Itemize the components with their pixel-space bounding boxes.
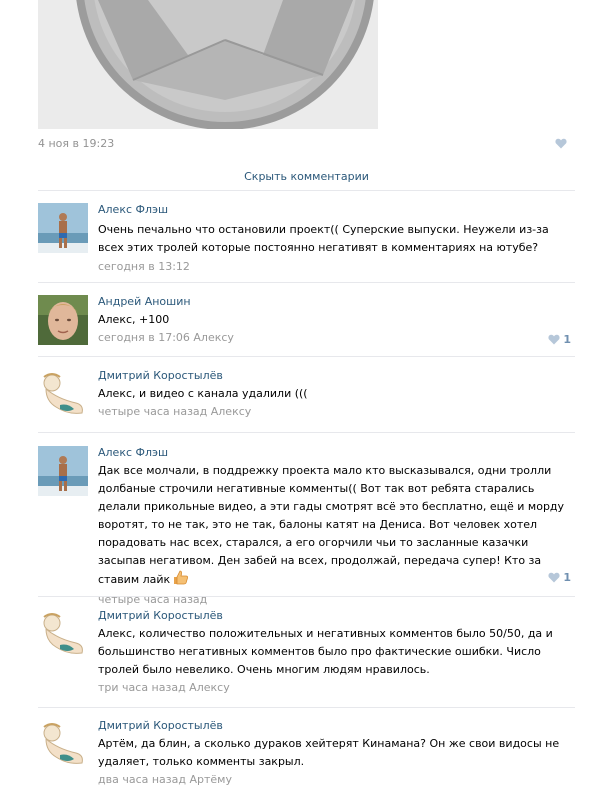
- like-count: 1: [563, 571, 571, 584]
- avatar-photo-beach: [38, 203, 88, 253]
- post-like-button[interactable]: [555, 138, 567, 152]
- comment-text: Дак все молчали, в поддрежку проекта мал…: [98, 462, 575, 591]
- comment-text: Артём, да блин, а сколько дураков хейтер…: [98, 737, 560, 768]
- avatar-drawing: [38, 609, 88, 659]
- like-button[interactable]: 1: [548, 333, 571, 346]
- avatar-drawing: [38, 719, 88, 769]
- comment-time[interactable]: четыре часа назад Алексу: [98, 405, 575, 419]
- comment-text: Алекс, количество положительных и негати…: [98, 627, 553, 676]
- divider: [38, 190, 575, 191]
- comment-author[interactable]: Дмитрий Коростылёв: [98, 609, 223, 623]
- avatar[interactable]: [38, 369, 88, 419]
- avatar[interactable]: [38, 203, 88, 253]
- heart-icon: [548, 572, 560, 583]
- divider: [38, 596, 575, 597]
- comment-author[interactable]: Алекс Флэш: [98, 446, 168, 460]
- like-button[interactable]: 1: [548, 571, 571, 584]
- divider: [38, 707, 575, 708]
- comment-time[interactable]: три часа назад Алексу: [98, 681, 575, 695]
- thumbs-up-icon: [173, 570, 189, 591]
- divider: [38, 282, 575, 283]
- divider: [38, 356, 575, 357]
- comment-author[interactable]: Андрей Аношин: [98, 295, 191, 309]
- comment-text: Алекс, +100: [98, 313, 170, 326]
- comment-time[interactable]: сегодня в 13:12: [98, 260, 575, 274]
- comment-time[interactable]: сегодня в 17:06 Алексу: [98, 331, 575, 345]
- heart-icon: [555, 138, 567, 149]
- comment-text: Очень печально что остановили проект(( С…: [98, 223, 549, 254]
- comment-author[interactable]: Дмитрий Коростылёв: [98, 369, 223, 383]
- avatar-drawing: [38, 369, 88, 419]
- comment-author[interactable]: Алекс Флэш: [98, 203, 168, 217]
- avatar[interactable]: [38, 609, 88, 659]
- avatar-photo-beach: [38, 446, 88, 496]
- hide-comments-link[interactable]: Скрыть комментарии: [38, 170, 575, 183]
- avatar[interactable]: [38, 719, 88, 769]
- like-count: 1: [563, 333, 571, 346]
- comment-text: Алекс, и видео с канала удалили (((: [98, 387, 308, 400]
- logo-emblem: [38, 0, 378, 129]
- comment-time[interactable]: два часа назад Артёму: [98, 773, 575, 787]
- comment-author[interactable]: Дмитрий Коростылёв: [98, 719, 223, 733]
- avatar[interactable]: [38, 446, 88, 496]
- post-date[interactable]: 4 ноя в 19:23: [38, 137, 114, 150]
- heart-icon: [548, 334, 560, 345]
- post-image[interactable]: [38, 0, 378, 129]
- avatar-photo-face: [38, 295, 88, 345]
- comment-text-content: Дак все молчали, в поддрежку проекта мал…: [98, 464, 565, 586]
- avatar[interactable]: [38, 295, 88, 345]
- divider: [38, 432, 575, 433]
